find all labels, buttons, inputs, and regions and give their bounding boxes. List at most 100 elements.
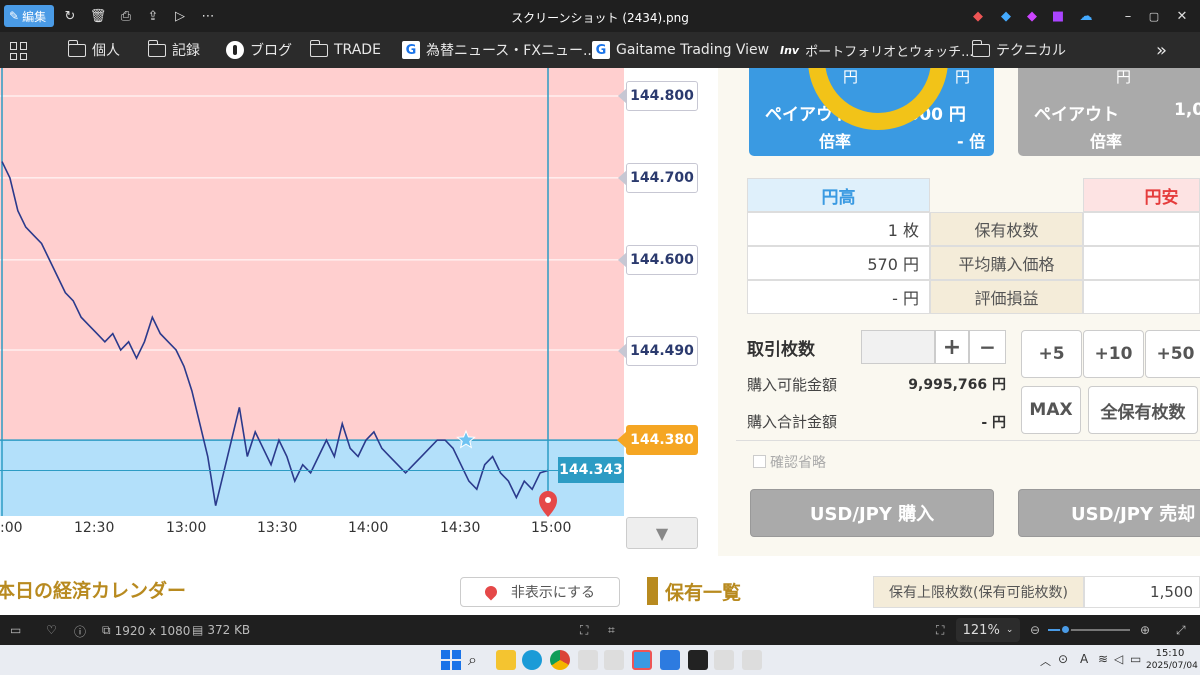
onedrive-icon[interactable]: ☁ [1076,6,1096,26]
more-options-icon[interactable]: ⋯ [198,6,218,26]
qty-plus50-button[interactable]: +50 [1145,330,1200,378]
header-yen-high: 円高 [747,178,930,212]
qty-plus5-button[interactable]: +5 [1021,330,1082,378]
minimize-button[interactable]: – [1118,6,1138,26]
holding-limit-value: 1,500 [1084,576,1200,608]
zoom-slider[interactable] [1048,624,1130,635]
price-label-144490: 144.490 [618,336,698,366]
film-strip-icon[interactable]: ▭ [10,623,21,637]
qty-plus-button[interactable]: + [935,330,969,364]
edge-icon[interactable] [522,650,542,670]
zoom-in-icon[interactable]: ⊕ [1140,623,1150,637]
edit-button[interactable]: ✎ 編集 [4,5,54,27]
fullscreen-icon[interactable]: ⤢ [1176,623,1186,638]
wifi-icon[interactable]: ≋ [1098,652,1108,666]
x-tick: 12:30 [74,520,115,536]
search-icon[interactable]: ⌕ [468,650,488,670]
battery-icon[interactable]: ▭ [1130,652,1141,666]
rotate-icon[interactable]: ↻ [60,6,80,26]
file-explorer-icon[interactable] [496,650,516,670]
available-amount-value: 9,995,766 円 [908,377,1006,393]
bookmark-blog[interactable]: ブログ [226,38,292,62]
zoom-out-icon[interactable]: ⊖ [1030,623,1040,637]
sell-button[interactable]: USD/JPY 売却 [1018,489,1200,537]
avg-price-right [1083,246,1200,280]
copilot-icon[interactable]: ◆ [968,6,988,26]
favorite-icon[interactable]: ♡ [46,623,57,637]
bookmark-portfolio[interactable]: Inv ポートフォリオとウォッチ... [780,38,974,62]
viewer-status-bar: ▭ ♡ ⓘ ⧉ 1920 x 1080 ▤ 372 KB ⛶ ⌗ ⛶ 121% ⌄ … [0,615,1200,645]
tray-app-icon[interactable]: ⊙ [1058,652,1068,666]
maximize-button[interactable]: ▢ [1144,6,1164,26]
bookmark-label: 個人 [92,43,120,59]
app-icon[interactable] [604,650,624,670]
windows-taskbar: ⌕ ︿ ⊙ A ≋ ◁ ▭ 15:10 2025/07/04 [0,645,1200,675]
app-icon[interactable] [578,650,598,670]
notepad-icon[interactable] [632,650,652,670]
bookmark-label: ブログ [250,43,292,59]
edit-icon: ✎ [9,9,20,23]
bookmark-label: ポートフォリオとウォッチ... [805,44,974,60]
close-button[interactable]: ✕ [1172,6,1192,26]
fit-screen-icon[interactable]: ⛶ [580,623,588,638]
chrome-icon[interactable] [550,650,570,670]
yen-label: 円 [955,68,971,86]
apps-grid-icon[interactable] [10,42,28,60]
expiry-pin-dot [545,497,551,503]
start-icon[interactable] [441,650,461,670]
app-icon[interactable] [714,650,734,670]
all-holdings-button[interactable]: 全保有枚数 [1088,386,1198,434]
photos-app-icon[interactable]: ■ [1048,6,1068,26]
print-icon[interactable]: ⎙ [116,6,136,26]
tray-chevron-icon[interactable]: ︿ [1040,653,1051,669]
holdings-title: 保有一覧 [665,582,742,604]
chart-scroll-down-button[interactable]: ▼ [626,517,698,549]
chevron-down-icon: ⌄ [1005,625,1014,635]
bookmark-label: 為替ニュース・FXニュー... [426,43,597,59]
bookmark-trade[interactable]: TRADE [309,38,381,62]
folder-icon [147,39,166,57]
slideshow-icon[interactable]: ▷ [170,6,190,26]
app-icon[interactable] [742,650,762,670]
clipchamp-icon[interactable]: ◆ [1022,6,1042,26]
max-button[interactable]: MAX [1021,386,1081,434]
share-icon[interactable]: ⇪ [143,6,163,26]
held-quantity-value: 1 枚 [747,212,930,246]
bookmark-fx-news[interactable]: G 為替ニュース・FXニュー... [402,38,596,62]
zoom-slider-thumb[interactable] [1060,624,1071,635]
hide-label: 非表示にする [510,585,596,601]
photos-icon[interactable] [660,650,680,670]
bookmarks-bar: 個人 記録 ブログ TRADE G 為替ニュース・FXニュー... G Gait… [0,32,1200,68]
qty-plus10-button[interactable]: +10 [1083,330,1144,378]
language-icon[interactable]: A [1080,652,1088,666]
info-icon[interactable]: ⓘ [74,623,86,640]
map-pin-icon [482,583,500,601]
actual-size-icon[interactable]: ⌗ [608,623,615,638]
bookmark-personal[interactable]: 個人 [67,38,120,62]
trade-qty-input[interactable] [861,330,935,364]
bookmarks-overflow-button[interactable]: » [1156,38,1167,62]
folder-icon [309,39,328,57]
volume-icon[interactable]: ◁ [1114,652,1123,666]
bookmark-record[interactable]: 記録 [147,38,200,62]
buy-button[interactable]: USD/JPY 購入 [750,489,994,537]
payout-card-low: 円 ペイアウト 1,0 倍率 [1018,68,1200,156]
bookmark-trading-view[interactable]: G Gaitame Trading View [592,38,769,62]
held-quantity-label: 保有枚数 [930,212,1083,246]
clock-date[interactable]: 2025/07/04 [1146,661,1198,671]
bookmark-label: 記録 [172,43,200,59]
sticky-notes-icon[interactable] [688,650,708,670]
confirm-skip-checkbox[interactable] [753,455,766,468]
fit-window-icon[interactable]: ⛶ [936,623,944,638]
delete-icon[interactable]: 🗑 [88,6,108,26]
investing-icon: Inv [780,43,800,57]
bookmark-technical[interactable]: テクニカル [971,38,1066,62]
qty-minus-button[interactable]: − [969,330,1006,364]
clock-time[interactable]: 15:10 [1146,648,1194,659]
edit-app-icon[interactable]: ◆ [996,6,1016,26]
avg-price-label: 平均購入価格 [930,246,1083,280]
held-quantity-right [1083,212,1200,246]
gaitame-icon: G [592,41,610,59]
hide-calendar-button[interactable]: 非表示にする [460,577,620,607]
zoom-dropdown[interactable]: 121% ⌄ [956,618,1020,642]
